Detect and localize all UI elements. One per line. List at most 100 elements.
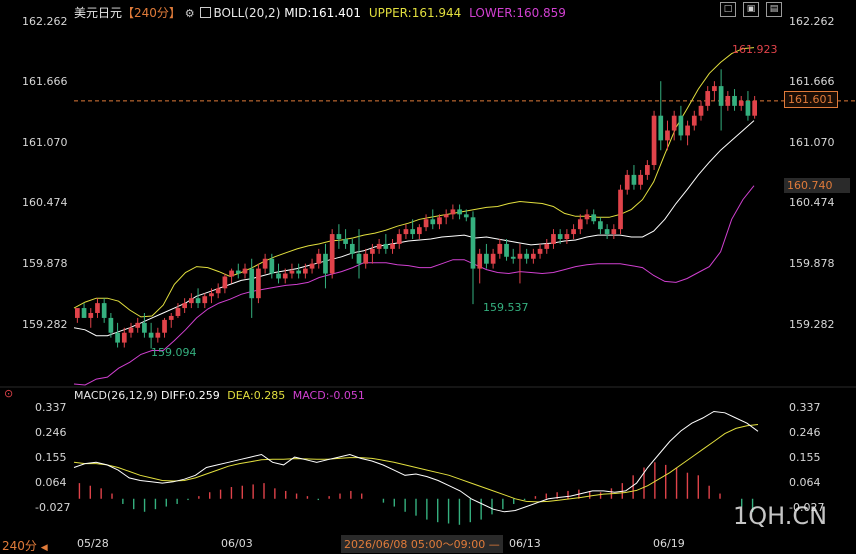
macd-tick-right: 0.155 bbox=[789, 451, 821, 464]
candle-body bbox=[678, 115, 684, 136]
candle-body bbox=[618, 189, 623, 230]
candle-body bbox=[611, 229, 617, 235]
price-tick-left: 161.070 bbox=[22, 136, 68, 149]
candle-body bbox=[168, 315, 174, 320]
candle-body bbox=[336, 234, 342, 240]
candle-body bbox=[383, 243, 389, 249]
window-maximize-icon[interactable]: ▣ bbox=[743, 2, 759, 17]
candle-body bbox=[497, 243, 503, 254]
candle-body bbox=[510, 256, 516, 259]
candle-body bbox=[202, 296, 208, 304]
candle-body bbox=[577, 219, 583, 230]
candle-body bbox=[410, 229, 415, 235]
candle-body bbox=[598, 221, 603, 230]
boll-upper-line bbox=[73, 47, 755, 318]
candle-body bbox=[296, 270, 301, 274]
price-tick-right: 160.474 bbox=[789, 196, 835, 209]
macd-dea-value: DEA:0.285 bbox=[227, 389, 286, 402]
candle-body bbox=[691, 115, 697, 126]
macd-tick-left: 0.064 bbox=[35, 476, 67, 489]
candle-body bbox=[604, 229, 610, 235]
candle-body bbox=[638, 174, 643, 185]
low-annotation: 159.094 bbox=[151, 346, 197, 359]
macd-tick-left: -0.027 bbox=[35, 501, 71, 514]
candle-body bbox=[685, 125, 690, 136]
candle-body bbox=[551, 234, 556, 244]
candle-body bbox=[584, 214, 590, 220]
macd-tick-right: 0.246 bbox=[789, 426, 821, 439]
candle-body bbox=[229, 270, 234, 277]
candle-body bbox=[242, 268, 248, 274]
candle-body bbox=[450, 209, 456, 215]
candle-body bbox=[504, 243, 509, 257]
candle-body bbox=[135, 322, 141, 328]
candle-body bbox=[148, 332, 154, 338]
candle-body bbox=[162, 319, 167, 333]
macd-label[interactable]: MACD(26,12,9) bbox=[74, 389, 158, 402]
candle-body bbox=[457, 209, 462, 215]
candle-body bbox=[745, 100, 751, 116]
boll-label[interactable]: BOLL(20,2) bbox=[213, 6, 280, 20]
candle-body bbox=[175, 308, 181, 316]
candle-body bbox=[349, 243, 355, 254]
candle-body bbox=[544, 243, 550, 249]
candle-body bbox=[430, 219, 436, 225]
macd-tick-left: 0.246 bbox=[35, 426, 67, 439]
price-tick-left: 159.282 bbox=[22, 318, 68, 331]
candle-body bbox=[531, 253, 536, 259]
candle-body bbox=[108, 317, 114, 333]
period-label[interactable]: 【240分】 bbox=[122, 6, 181, 20]
candle-body bbox=[752, 100, 757, 116]
candle-body bbox=[189, 298, 194, 304]
price-tick-left: 159.878 bbox=[22, 257, 68, 270]
candle-body bbox=[269, 258, 275, 274]
macd-hist-value: MACD:-0.051 bbox=[292, 389, 365, 402]
candle-body bbox=[316, 253, 322, 264]
high-annotation: 161.923 bbox=[732, 43, 778, 56]
window-restore-icon[interactable]: □ bbox=[720, 2, 736, 17]
candle-body bbox=[235, 270, 241, 274]
boll-lower-value: LOWER:160.859 bbox=[469, 6, 566, 20]
candle-body bbox=[101, 303, 107, 318]
candle-body bbox=[624, 174, 630, 190]
candle-body bbox=[517, 253, 523, 259]
date-label: 06/13 bbox=[509, 537, 541, 550]
symbol-name: 美元日元 bbox=[74, 6, 123, 20]
candle-body bbox=[249, 268, 255, 299]
candle-body bbox=[557, 234, 563, 240]
candle-body bbox=[665, 130, 670, 141]
price-tick-left: 160.474 bbox=[22, 196, 68, 209]
candle-body bbox=[115, 332, 120, 343]
candle-body bbox=[484, 253, 489, 264]
price-tick-right: 161.666 bbox=[789, 75, 835, 88]
window-layout-icon[interactable]: ▤ bbox=[766, 2, 782, 17]
indicator-menu-icon[interactable]: ⊙ bbox=[4, 387, 13, 400]
candle-body bbox=[631, 174, 637, 185]
candle-body bbox=[323, 253, 328, 274]
candle-body bbox=[81, 308, 87, 318]
candle-body bbox=[718, 86, 724, 106]
candle-body bbox=[142, 322, 147, 333]
date-label: 06/03 bbox=[221, 537, 253, 550]
period-button[interactable]: 240分 ◀ bbox=[2, 537, 48, 554]
candle-body bbox=[329, 234, 335, 274]
candle-body bbox=[215, 288, 221, 294]
candle-body bbox=[423, 219, 429, 228]
macd-tick-right: 0.337 bbox=[789, 401, 821, 414]
candle-body bbox=[564, 234, 570, 240]
candle-body bbox=[128, 327, 134, 333]
candle-body bbox=[363, 253, 369, 264]
candle-body bbox=[645, 165, 650, 175]
candle-body bbox=[651, 115, 657, 166]
settings-icon[interactable]: ⚙ bbox=[185, 7, 195, 20]
candle-body bbox=[370, 248, 375, 254]
watermark-logo: 1QH.CN bbox=[733, 502, 828, 530]
chart-header: 美元日元【240分】 ⚙ BOLL(20,2) MID:161.401 UPPE… bbox=[74, 4, 566, 21]
candle-body bbox=[303, 268, 308, 274]
candle-body bbox=[490, 253, 496, 264]
candle-body bbox=[222, 276, 228, 289]
price-tick-left: 162.262 bbox=[22, 15, 68, 28]
candle-body bbox=[282, 273, 288, 279]
candle-body bbox=[477, 253, 483, 269]
candle-body bbox=[356, 253, 362, 264]
